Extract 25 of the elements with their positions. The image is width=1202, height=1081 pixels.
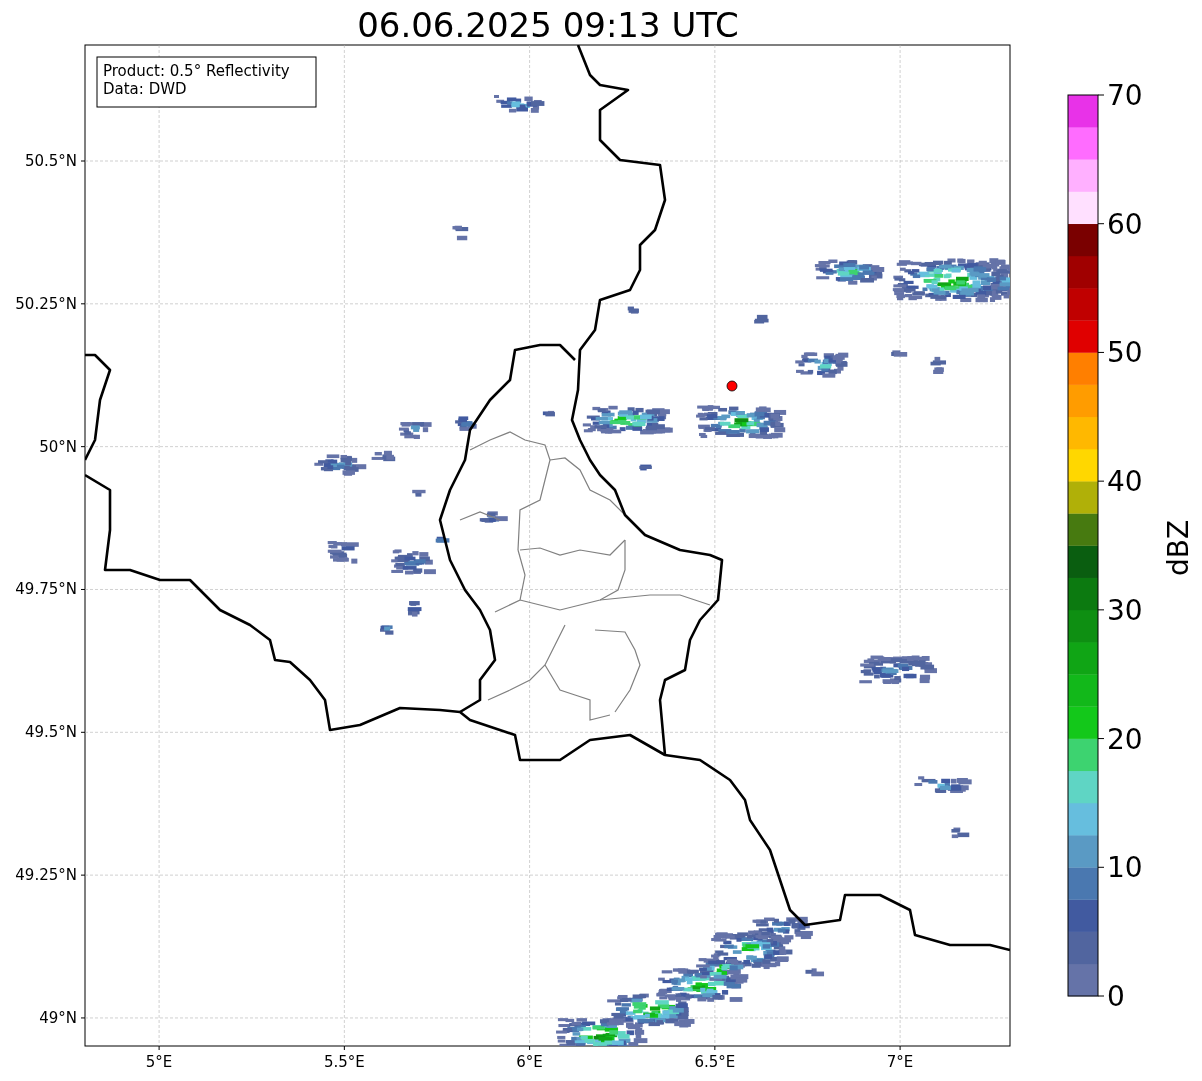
longitude-tick-label: 6°E [516,1053,543,1071]
colorbar-tick-label: 10 [1107,851,1143,885]
colorbar-tick-label: 20 [1107,722,1143,756]
latitude-tick-label: 49.25°N [15,866,77,885]
longitude-tick-label: 7°E [886,1053,914,1071]
colorbar-tick-label: 50 [1107,336,1143,370]
radar-site-marker [726,380,738,392]
chart-title: 06.06.2025 09:13 UTC [357,5,739,45]
longitude-tick-label: 5°E [145,1053,173,1071]
latitude-tick-label: 49°N [39,1008,77,1027]
longitude-tick-label: 5.5°E [323,1053,365,1071]
latitude-tick-label: 50.25°N [15,294,77,313]
colorbar-tick-label: 0 [1107,980,1125,1013]
colorbar-tick-label: 60 [1107,207,1143,241]
colorbar-tick-label: 70 [1107,79,1143,112]
longitude-tick-label: 6.5°E [694,1053,736,1071]
latitude-tick-label: 50°N [39,437,77,456]
latitude-tick-label: 49.5°N [24,723,77,742]
colorbar-tick-label: 30 [1107,593,1143,627]
colorbar-label: dBZ [1162,519,1195,577]
latitude-tick-label: 50.5°N [24,152,77,170]
latitude-tick-label: 49.75°N [15,580,77,599]
colorbar-tick-label: 40 [1107,465,1143,499]
legend-line: Product: 0.5° Reflectivity [103,62,290,80]
legend-line: Data: DWD [103,80,187,98]
